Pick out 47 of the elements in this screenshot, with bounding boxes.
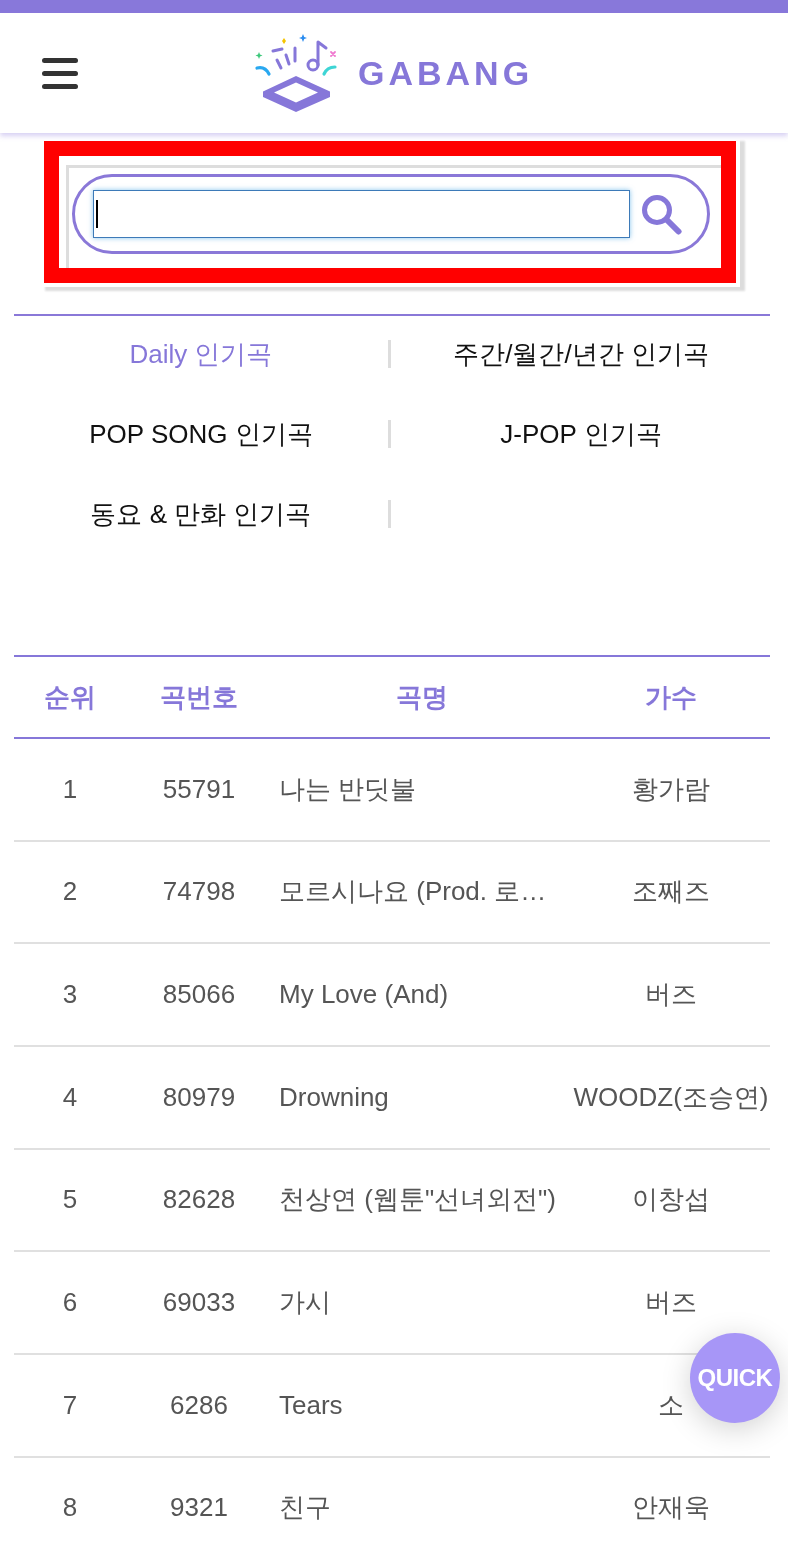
column-header: 순위 bbox=[44, 680, 96, 714]
box-logo-icon bbox=[255, 34, 337, 112]
table-cell: Drowning bbox=[279, 1081, 389, 1113]
table-cell: 2 bbox=[62, 876, 78, 908]
table-cell-text: 버즈 bbox=[645, 1286, 697, 1320]
logo-text: GABANG bbox=[358, 56, 534, 90]
table-cell: 82628 bbox=[162, 1184, 236, 1216]
column-header: 가수 bbox=[645, 680, 697, 714]
table-cell-text: 소 bbox=[658, 1388, 684, 1422]
table-cell: 69033 bbox=[162, 1287, 236, 1319]
table-cell: Tears bbox=[279, 1389, 343, 1421]
menu-icon[interactable] bbox=[42, 57, 78, 89]
table-cell: 85066 bbox=[162, 979, 236, 1011]
table-cell-text: 천상연 (웹툰"선녀외전") bbox=[279, 1183, 556, 1217]
table-cell: 7 bbox=[62, 1389, 78, 1421]
category-tab[interactable]: J-POP 인기곡 bbox=[496, 414, 666, 454]
table-cell: 80979 bbox=[162, 1081, 236, 1113]
table-cell-text: 황가람 bbox=[632, 772, 710, 806]
column-header: 곡번호 bbox=[160, 680, 238, 714]
table-cell: 3 bbox=[62, 979, 78, 1011]
table-cell: 9321 bbox=[170, 1492, 228, 1524]
table-cell: 74798 bbox=[162, 876, 236, 908]
table-cell-text: 조째즈 bbox=[632, 875, 710, 909]
category-tab[interactable]: POP SONG 인기곡 bbox=[85, 414, 317, 454]
search-button[interactable] bbox=[640, 193, 682, 235]
table-cell-text: WOODZ(조승연) bbox=[573, 1080, 769, 1114]
table-cell: 1 bbox=[62, 773, 78, 805]
table-cell-text: 가시 bbox=[279, 1286, 331, 1320]
table-cell-text: 이창섭 bbox=[632, 1183, 710, 1217]
search-icon bbox=[640, 193, 682, 235]
table-cell: 6 bbox=[62, 1287, 78, 1319]
category-tab[interactable]: 동요 & 만화 인기곡 bbox=[86, 494, 316, 534]
table-cell: 4 bbox=[62, 1081, 78, 1113]
table-cell: 8 bbox=[62, 1492, 78, 1524]
category-tab[interactable]: 주간/월간/년간 인기곡 bbox=[449, 334, 713, 374]
search-field[interactable] bbox=[93, 190, 630, 238]
table-cell-text: 친구 bbox=[279, 1491, 331, 1525]
table-cell-text: 모르시나요 (Prod. 로… bbox=[279, 875, 547, 909]
table-cell-text: 나는 반딧불 bbox=[279, 772, 417, 806]
table-cell: 6286 bbox=[170, 1389, 228, 1421]
table-cell: 55791 bbox=[162, 773, 236, 805]
table-cell-text: 버즈 bbox=[645, 978, 697, 1012]
category-tab[interactable]: Daily 인기곡 bbox=[125, 334, 277, 374]
table-cell: My Love (And) bbox=[279, 979, 449, 1011]
table-cell-text: 안재욱 bbox=[632, 1491, 710, 1525]
table-cell: 5 bbox=[62, 1184, 78, 1216]
column-header: 곡명 bbox=[396, 680, 448, 714]
